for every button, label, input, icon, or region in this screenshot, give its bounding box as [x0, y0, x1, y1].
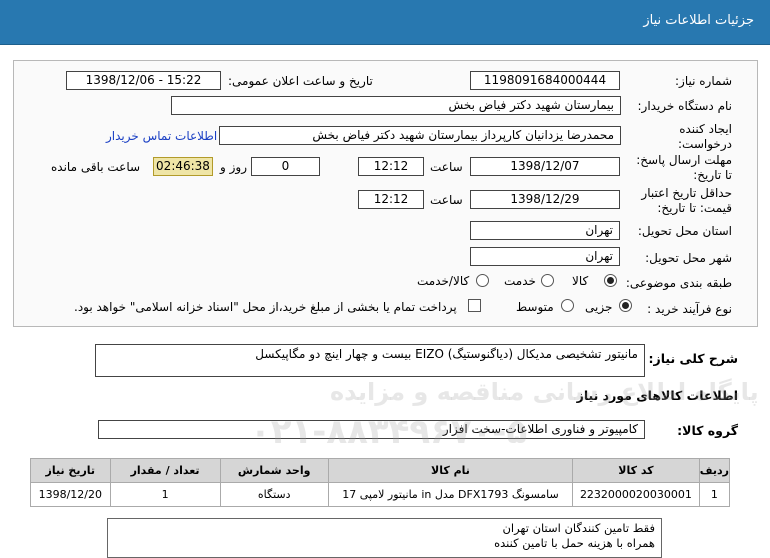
days-label: روز و	[220, 160, 247, 174]
cell-quantity: 1	[109, 482, 221, 507]
table-row: 1398/12/20 1 دستگاه مانیتور لامپی 17 in …	[30, 482, 731, 507]
category-radio-service[interactable]	[541, 274, 554, 287]
header-need-date: تاریخ نیاز	[30, 458, 111, 483]
process-label: نوع فرآیند خرید :	[647, 302, 732, 316]
goods-section-title: اطلاعات کالاهای مورد نیاز	[576, 388, 738, 403]
notes-line-2: همراه با هزینه حمل با تامین کننده	[494, 536, 655, 550]
header-unit: واحد شمارش	[219, 458, 329, 483]
header-item-name: نام کالا	[327, 458, 574, 483]
days-field: 0	[251, 157, 320, 176]
page-title: جزئیات اطلاعات نیاز	[643, 13, 754, 28]
category-label: طبقه بندی موضوعی:	[625, 276, 732, 290]
cell-need-date: 1398/12/20	[30, 482, 111, 507]
validity-date-field: 1398/12/29	[470, 190, 620, 209]
goods-table: تاریخ نیاز تعداد / مقدار واحد شمارش نام …	[30, 458, 731, 507]
province-label: استان محل تحویل:	[637, 224, 732, 238]
category-option-service: خدمت	[504, 274, 536, 288]
cell-item-name: مانیتور لامپی 17 in مدل DFX1793 سامسونگ	[327, 482, 574, 507]
header-row: ردیف	[698, 458, 731, 483]
validity-time-field: 12:12	[358, 190, 424, 209]
city-field: تهران	[470, 247, 620, 266]
need-number-field: 1198091684000444	[470, 71, 620, 90]
remaining-timer: 02:46:38	[153, 157, 213, 176]
deadline-label: مهلت ارسال پاسخ: تا تاریخ:	[636, 153, 732, 182]
notes-line-1: فقط تامین کنندگان استان تهران	[502, 521, 655, 535]
treasury-payment-note: پرداخت تمام یا بخشی از مبلغ خرید،از محل …	[74, 300, 457, 314]
remaining-label: ساعت باقی مانده	[51, 160, 141, 174]
goods-group-label: گروه کالا:	[677, 423, 738, 438]
process-option-minor: جزیی	[585, 300, 613, 314]
cell-unit: دستگاه	[219, 482, 329, 507]
notes-field: فقط تامین کنندگان استان تهران همراه با ه…	[107, 518, 662, 558]
buyer-field: بیمارستان شهید دکتر فیاض بخش	[171, 96, 621, 115]
category-radio-goods[interactable]	[604, 274, 617, 287]
treasury-payment-checkbox[interactable]	[468, 299, 481, 312]
summary-label: شرح کلی نیاز:	[648, 351, 738, 366]
need-number-label: شماره نیاز:	[675, 74, 732, 88]
validity-time-label: ساعت	[430, 193, 463, 207]
header-item-code: کد کالا	[572, 458, 700, 483]
deadline-date-field: 1398/12/07	[470, 157, 620, 176]
validity-label: حداقل تاریخ اعتبار قیمت: تا تاریخ:	[641, 186, 732, 215]
cell-row: 1	[698, 482, 731, 507]
table-header-row: تاریخ نیاز تعداد / مقدار واحد شمارش نام …	[30, 458, 731, 483]
announce-label: تاریخ و ساعت اعلان عمومی:	[228, 74, 373, 88]
province-field: تهران	[470, 221, 620, 240]
buyer-label: نام دستگاه خریدار:	[637, 99, 733, 113]
process-radio-minor[interactable]	[619, 299, 632, 312]
cell-item-code: 2232000020030001	[572, 482, 700, 507]
goods-group-field: کامپیوتر و فناوری اطلاعات-سخت افزار	[98, 420, 645, 439]
category-option-goods-service: کالا/خدمت	[417, 274, 470, 288]
deadline-time-label: ساعت	[430, 160, 463, 174]
process-radio-medium[interactable]	[561, 299, 574, 312]
buyer-contact-link[interactable]: اطلاعات تماس خریدار	[106, 129, 217, 143]
page-header: جزئیات اطلاعات نیاز	[0, 0, 770, 45]
category-option-goods: کالا	[572, 274, 589, 288]
announce-field: 1398/12/06 - 15:22	[66, 71, 221, 90]
header-quantity: تعداد / مقدار	[109, 458, 221, 483]
creator-field: محمدرضا یزدانیان کارپرداز بیمارستان شهید…	[219, 126, 621, 145]
category-radio-goods-service[interactable]	[476, 274, 489, 287]
creator-label: ایجاد کننده درخواست:	[678, 122, 732, 151]
city-label: شهر محل تحویل:	[645, 251, 732, 265]
summary-field: مانیتور تشخیصی مدیکال (دیاگنوستیگ) EIZO …	[95, 344, 645, 377]
process-option-medium: متوسط	[516, 300, 554, 314]
deadline-time-field: 12:12	[358, 157, 424, 176]
